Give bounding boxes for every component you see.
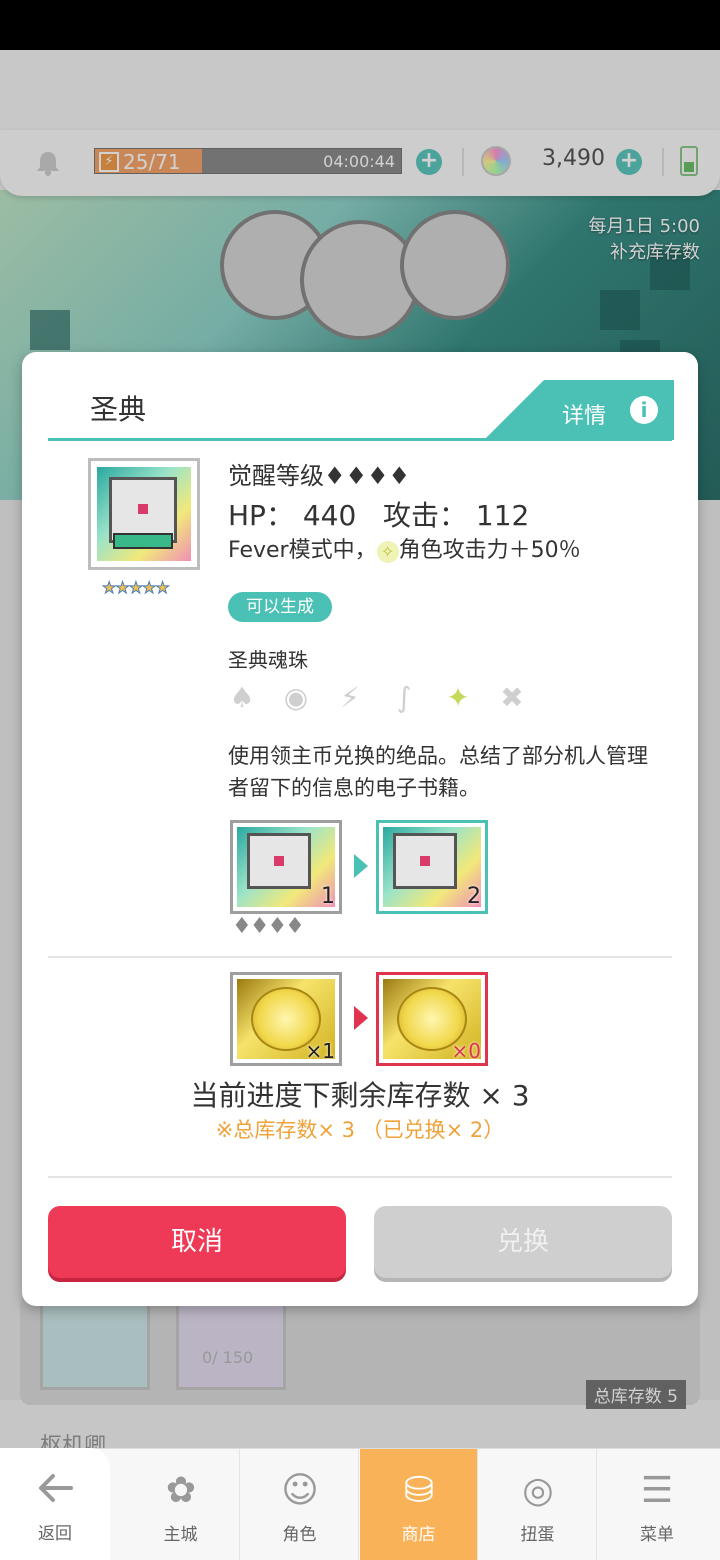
earth-attribute-icon: ♠ [229, 681, 255, 714]
arrow-right-icon [354, 854, 368, 878]
exchange-button[interactable]: 兑换 [374, 1206, 672, 1278]
light-attribute-icon: ✦ [446, 681, 470, 714]
craftable-badge: 可以生成 [228, 592, 332, 622]
orb-attribute-icon: ◉ [283, 681, 309, 714]
arrow-right-icon [354, 1006, 368, 1030]
cancel-button[interactable]: 取消 [48, 1206, 346, 1278]
item-image [88, 458, 200, 570]
upgrade-to-count: 2 [467, 884, 481, 909]
upgrade-to-item: 2 [376, 820, 488, 914]
character-icon: ☺ [281, 1470, 319, 1511]
upgrade-from-item: 1 [230, 820, 342, 914]
coin-after-count: ×0 [451, 1039, 481, 1063]
nav-menu[interactable]: ☰ 菜单 [598, 1449, 716, 1560]
back-label: 返回 [38, 1524, 72, 1544]
coin-have: ×1 [230, 972, 342, 1066]
dark-attribute-icon: ✖ [500, 681, 524, 714]
light-element-icon: ✧ [376, 541, 399, 563]
codex-book-icon [97, 467, 191, 561]
details-label[interactable]: 详情 [562, 398, 606, 430]
nav-label: 角色 [282, 1525, 317, 1545]
upgrade-diamonds: ♦♦♦♦ [232, 914, 305, 939]
nav-label: 商店 [401, 1525, 436, 1545]
nav-home[interactable]: ✿ 主城 [122, 1449, 240, 1560]
item-stats: HP： 440 攻击： 112 [228, 499, 530, 532]
rarity-stars: ★★★★★ [102, 578, 171, 598]
nav-label: 菜单 [640, 1525, 674, 1545]
divider [48, 1176, 672, 1178]
info-icon[interactable]: i [630, 396, 658, 424]
remaining-stock: 当前进度下剩余库存数 × 3 [190, 1079, 530, 1112]
exchange-dialog: 圣典 详情 i ★★★★★ 觉醒等级♦♦♦♦ HP： 440 攻击： 112 F… [22, 352, 698, 1306]
upgrade-from-count: 1 [321, 884, 335, 909]
dialog-title: 圣典 [90, 393, 147, 426]
shop-bag-icon: ⛁ [403, 1470, 435, 1511]
coin-have-count: ×1 [305, 1039, 335, 1063]
home-icon: ✿ [165, 1470, 197, 1511]
gacha-orb-icon: ◎ [522, 1470, 554, 1511]
divider [48, 956, 672, 958]
menu-list-icon: ☰ [640, 1470, 674, 1511]
screen: 每月1日 5:00 补充库存数 0/ 150 总库存数 5 枢机卿 ⚡ 25/7… [0, 0, 720, 1560]
nav-shop[interactable]: ⛁ 商店 [360, 1449, 478, 1560]
nav-label: 扭蛋 [520, 1525, 555, 1545]
nav-characters[interactable]: ☺ 角色 [241, 1449, 359, 1560]
item-description: 使用领主币兑换的绝品。总结了部分机人管理者留下的信息的电子书籍。 [228, 744, 648, 800]
wind-attribute-icon: ∫ [396, 681, 412, 714]
coin-after: ×0 [376, 972, 488, 1066]
fever-suffix: 角色攻击力＋50％ [398, 538, 581, 563]
back-arrow-icon [39, 1474, 73, 1502]
nav-label: 主城 [163, 1525, 198, 1545]
soul-orb-label: 圣典魂珠 [228, 648, 308, 672]
fever-effect: Fever模式中， ✧ 角色攻击力＋50％ [228, 532, 581, 564]
total-stock-note: ※总库存数× 3 （已兑换× 2） [215, 1118, 505, 1142]
fever-prefix: Fever模式中， [228, 538, 377, 563]
nav-gacha[interactable]: ◎ 扭蛋 [479, 1449, 597, 1560]
title-underline [48, 438, 672, 441]
awaken-level: 觉醒等级♦♦♦♦ [228, 462, 411, 490]
back-button[interactable]: 返回 [0, 1448, 110, 1560]
thunder-attribute-icon: ⚡ [340, 681, 360, 714]
